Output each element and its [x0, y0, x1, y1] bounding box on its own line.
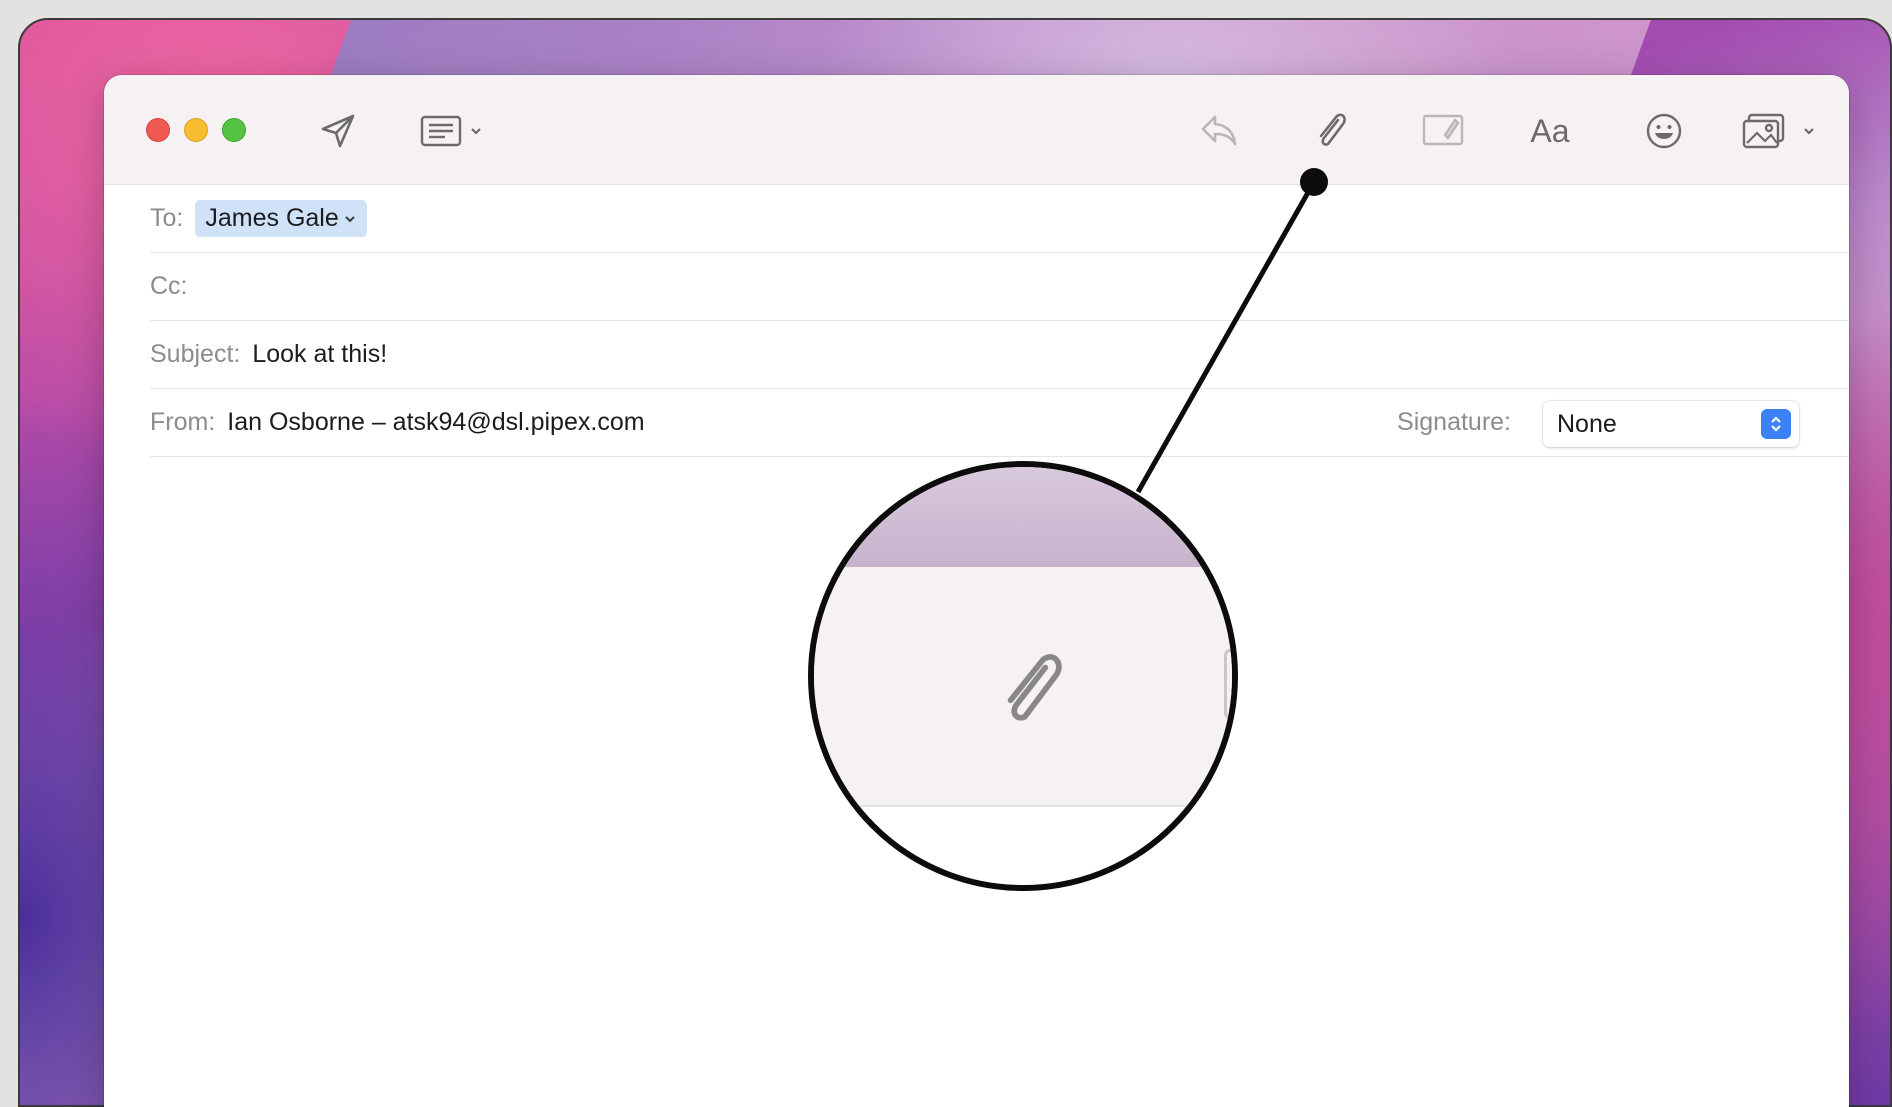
subject-field[interactable]: Look at this! — [252, 340, 387, 369]
emoji-icon[interactable] — [1642, 109, 1686, 153]
subject-label: Subject: — [150, 340, 241, 368]
markup-icon[interactable] — [1420, 109, 1466, 151]
recipient-name: James Gale — [205, 204, 339, 232]
cc-label: Cc: — [150, 272, 188, 300]
magnified-attach-callout — [808, 461, 1238, 891]
subject-row[interactable]: Subject: Look at this! — [150, 321, 1849, 389]
magnified-wallpaper — [814, 467, 1232, 567]
toolbar: Aa — [104, 75, 1849, 185]
minimize-button[interactable] — [184, 118, 208, 142]
zoom-button[interactable] — [222, 118, 246, 142]
header-fields-menu[interactable] — [418, 111, 488, 151]
attach-icon[interactable] — [1308, 107, 1352, 153]
to-label: To: — [150, 204, 184, 232]
send-icon[interactable] — [316, 111, 360, 151]
recipient-token[interactable]: James Gale — [195, 200, 367, 237]
from-row: From: Ian Osborne – atsk94@dsl.pipex.com… — [150, 389, 1849, 457]
magnified-paperclip-icon — [984, 643, 1074, 733]
close-button[interactable] — [146, 118, 170, 142]
reply-icon[interactable] — [1197, 111, 1241, 151]
signature-value: None — [1557, 409, 1617, 438]
cc-row[interactable]: Cc: — [150, 253, 1849, 321]
photo-browser-menu[interactable] — [1740, 109, 1824, 153]
to-row: To: James Gale — [150, 185, 1849, 253]
format-text-button[interactable]: Aa — [1524, 109, 1576, 153]
signature-select[interactable]: None — [1543, 401, 1799, 447]
from-label: From: — [150, 408, 216, 436]
chevron-down-icon — [345, 215, 355, 222]
format-text-label: Aa — [1530, 112, 1570, 149]
select-stepper-icon — [1761, 409, 1791, 439]
signature-label: Signature: — [1397, 408, 1511, 436]
from-account[interactable]: Ian Osborne – atsk94@dsl.pipex.com — [227, 408, 644, 437]
